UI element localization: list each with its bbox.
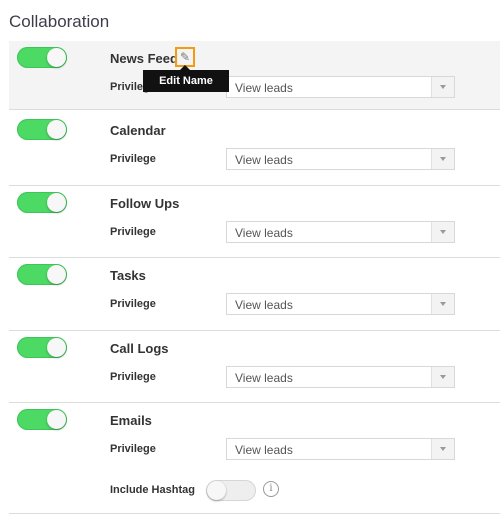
follow-ups-toggle[interactable] <box>17 192 67 213</box>
include-hashtag-toggle[interactable] <box>206 480 256 501</box>
privilege-select[interactable]: View leads <box>226 76 455 98</box>
include-hashtag-label: Include Hashtag <box>110 484 195 496</box>
call-logs-toggle[interactable] <box>17 337 67 358</box>
toggle-knob <box>47 193 66 212</box>
dropdown-arrow-icon[interactable] <box>431 77 454 97</box>
dropdown-arrow-icon[interactable] <box>431 149 454 169</box>
toggle-knob <box>47 338 66 357</box>
section-name: Follow Ups <box>110 196 180 211</box>
dropdown-arrow-icon[interactable] <box>431 222 454 242</box>
edit-name-button[interactable]: ✎ <box>175 47 195 67</box>
news-feed-toggle[interactable] <box>17 47 67 68</box>
privilege-label: Privilege <box>110 153 156 165</box>
toggle-knob <box>47 120 66 139</box>
privilege-select[interactable]: View leads <box>226 366 455 388</box>
privilege-label: Privilege <box>110 298 156 310</box>
privilege-value: View leads <box>235 298 293 312</box>
privilege-select[interactable]: View leads <box>226 438 455 460</box>
privilege-select[interactable]: View leads <box>226 148 455 170</box>
privilege-value: View leads <box>235 226 293 240</box>
privilege-value: View leads <box>235 371 293 385</box>
emails-toggle[interactable] <box>17 409 67 430</box>
section-call-logs: Call Logs Privilege View leads <box>9 331 500 403</box>
calendar-toggle[interactable] <box>17 119 67 140</box>
section-emails: Emails Privilege View leads Include Hash… <box>9 403 500 514</box>
privilege-label: Privilege <box>110 371 156 383</box>
privilege-label: Privilege <box>110 226 156 238</box>
privilege-select[interactable]: View leads <box>226 221 455 243</box>
section-name: Emails <box>110 413 152 428</box>
toggle-knob <box>47 410 66 429</box>
section-calendar: Calendar Privilege View leads <box>9 110 500 186</box>
dropdown-arrow-icon[interactable] <box>431 294 454 314</box>
dropdown-arrow-icon[interactable] <box>431 367 454 387</box>
dropdown-arrow-icon[interactable] <box>431 439 454 459</box>
page-title: Collaboration <box>9 12 110 31</box>
section-name: Call Logs <box>110 341 169 356</box>
section-follow-ups: Follow Ups Privilege View leads <box>9 186 500 258</box>
edit-name-tooltip: Edit Name <box>143 65 229 92</box>
privilege-value: View leads <box>235 443 293 457</box>
section-name: News Feed <box>110 51 178 66</box>
toggle-knob <box>207 481 226 500</box>
privilege-value: View leads <box>235 153 293 167</box>
toggle-knob <box>47 48 66 67</box>
privilege-value: View leads <box>235 81 293 95</box>
section-name: Calendar <box>110 123 166 138</box>
info-icon[interactable]: i <box>263 481 279 497</box>
pencil-icon: ✎ <box>179 50 191 64</box>
privilege-select[interactable]: View leads <box>226 293 455 315</box>
privilege-label: Privilege <box>110 443 156 455</box>
section-news-feed: News Feed Privilege View leads <box>9 41 500 110</box>
tasks-toggle[interactable] <box>17 264 67 285</box>
section-tasks: Tasks Privilege View leads <box>9 258 500 331</box>
section-name: Tasks <box>110 268 146 283</box>
toggle-knob <box>47 265 66 284</box>
